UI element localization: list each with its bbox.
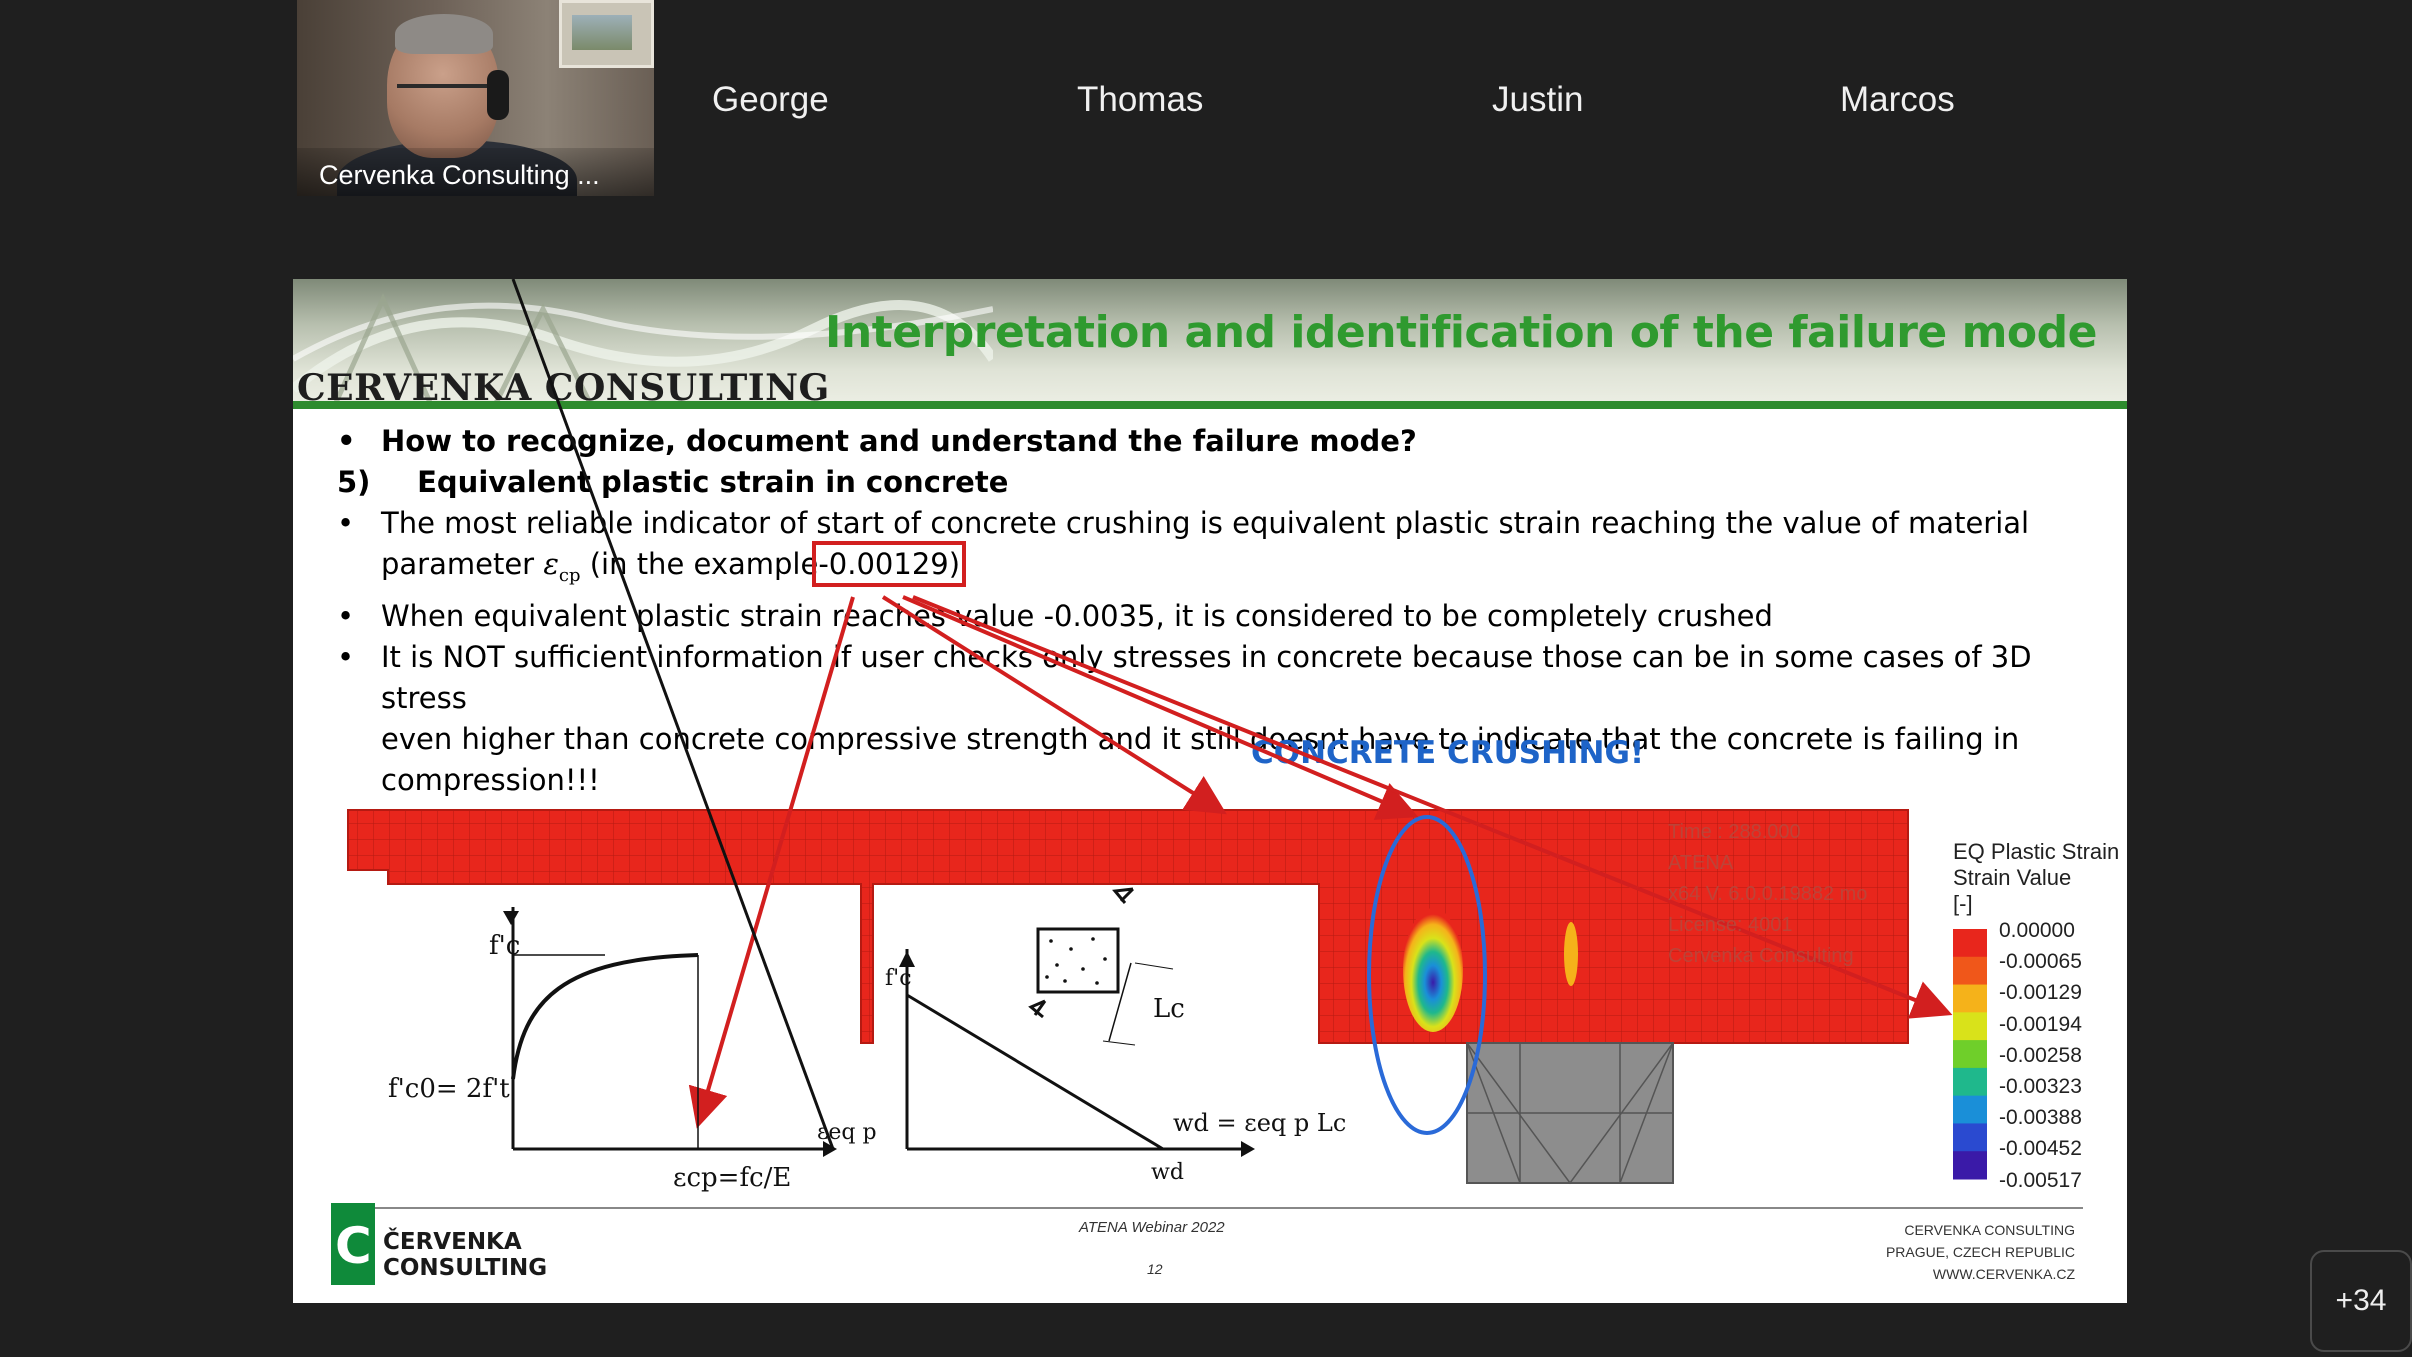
footer-page-number: 12: [1147, 1261, 1163, 1277]
curve2-lc-arrow-label: Lc: [1153, 994, 1185, 1024]
legend-color-scale: [1953, 929, 1987, 1180]
curve2-y-label: f'c: [885, 966, 912, 991]
legend-swatch: [1953, 1040, 1987, 1069]
legend-swatch: [1953, 1151, 1987, 1180]
curve1-eq-label: f'c0= 2f't: [388, 1074, 510, 1104]
participant-tile-justin[interactable]: Justin: [1492, 80, 1583, 120]
legend-title: EQ Plastic Strain: [1953, 839, 2120, 864]
curve1-x-label: εeq p: [817, 1120, 877, 1145]
softening-curve-2: f'c Lc wd = εeq p Lc wd: [885, 887, 1346, 1185]
curve1-y-label: f'c: [489, 931, 520, 961]
legend-values: 0.00000 -0.00065 -0.00129 -0.00194 -0.00…: [1999, 919, 2082, 1192]
participant-tile-thomas[interactable]: Thomas: [1077, 80, 1203, 120]
presenter-video-tile[interactable]: Cervenka Consulting ...: [297, 0, 654, 196]
legend-swatch: [1953, 956, 1987, 986]
slide-diagram: f'c f'c0= 2f't εeq p εcp=fc/E f'c Lc wd …: [347, 279, 1987, 1193]
legend-swatch: [1953, 984, 1987, 1013]
shared-slide: Interpretation and identification of the…: [293, 279, 2127, 1303]
footer-event: ATENA Webinar 2022: [1079, 1219, 1225, 1236]
presenter-name-label: Cervenka Consulting ...: [297, 148, 654, 196]
legend-subtitle: Strain Value: [1953, 865, 2072, 890]
more-participants-button[interactable]: +34: [2310, 1250, 2412, 1352]
footer-rule: [333, 1207, 2083, 1209]
curve2-eq-label: wd = εeq p Lc: [1173, 1109, 1346, 1137]
curve2-x-label: wd: [1151, 1160, 1184, 1185]
footer-company: ČERVENKA CONSULTING: [383, 1229, 548, 1281]
legend-swatch: [1953, 1123, 1987, 1152]
participant-tile-marcos[interactable]: Marcos: [1840, 80, 1955, 120]
headset-icon: [487, 70, 509, 120]
presenter-glasses: [397, 84, 489, 102]
stress-strain-curve-1: f'c f'c0= 2f't εeq p εcp=fc/E: [388, 279, 877, 1193]
secondary-strain-spot: [1564, 922, 1578, 986]
strain-legend: EQ Plastic Strain Strain Value [-] 0.000…: [1953, 839, 2127, 1192]
legend-swatch: [1953, 1095, 1987, 1124]
wall-picture: [559, 0, 654, 68]
legend-unit: [-]: [1953, 891, 1973, 916]
cervenka-logo-icon: [331, 1203, 375, 1285]
crushing-zone-contour: [1403, 908, 1463, 1032]
presenter-hair: [395, 14, 493, 54]
legend-swatch: [1953, 1012, 1987, 1041]
legend-swatch: [1953, 929, 1987, 958]
curve1-bottom-label: εcp=fc/E: [673, 1163, 791, 1193]
model-overlay-text: Time : 288.000 ATENA x64 V. 6.0.0.19882 …: [1668, 821, 1868, 967]
footer-address: CERVENKA CONSULTING PRAGUE, CZECH REPUBL…: [1885, 1222, 2075, 1282]
legend-swatch: [1953, 1067, 1987, 1097]
participant-tile-george[interactable]: George: [712, 80, 829, 120]
